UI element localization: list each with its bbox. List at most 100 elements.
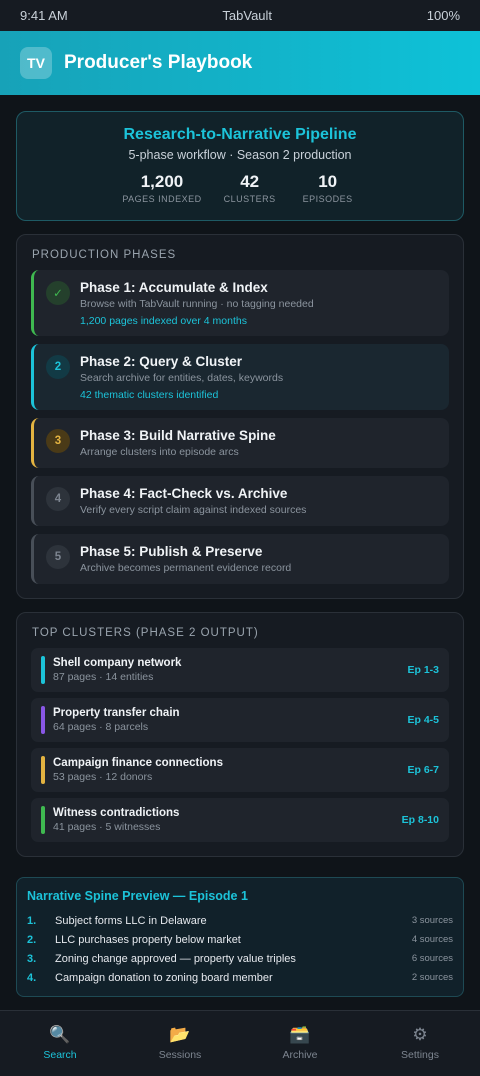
phase-text: Phase 2: Query & Cluster Search archive … (80, 354, 283, 401)
spine-text: Subject forms LLC in Delaware (55, 914, 207, 927)
phase-description: Arrange clusters into episode arcs (80, 446, 239, 458)
tab-sessions[interactable]: 📂 Sessions (120, 1011, 240, 1076)
stat-label: EPISODES (302, 194, 353, 204)
app-logo: TV (20, 47, 52, 79)
stat-pages-indexed: 1,200 PAGES INDEXED (122, 172, 201, 204)
cluster-meta: 64 pages · 8 parcels (53, 721, 149, 733)
phase-number-badge: 5 (46, 545, 70, 569)
top-clusters-panel: TOP CLUSTERS (PHASE 2 OUTPUT) Shell comp… (16, 612, 464, 857)
stats-row: 1,200 PAGES INDEXED 42 CLUSTERS 10 EPISO… (17, 172, 463, 204)
cluster-color-bar (41, 806, 45, 834)
spine-number: 2. (27, 933, 37, 946)
phase-card-5[interactable]: 5 Phase 5: Publish & Preserve Archive be… (31, 534, 449, 584)
archive-box-icon: 🗃️ (289, 1025, 311, 1044)
phase-card-3[interactable]: 3 Phase 3: Build Narrative Spine Arrange… (31, 418, 449, 468)
spine-item[interactable]: 4. Campaign donation to zoning board mem… (27, 968, 453, 987)
status-time: 9:41 AM (20, 8, 68, 23)
stat-value: 10 (318, 172, 338, 191)
phase-card-2[interactable]: 2 Phase 2: Query & Cluster Search archiv… (31, 344, 449, 410)
phase-name: Phase 3: Build Narrative Spine (80, 428, 276, 443)
spine-text: Zoning change approved — property value … (55, 952, 296, 965)
spine-item[interactable]: 1. Subject forms LLC in Delaware 3 sourc… (27, 911, 453, 930)
spine-number: 4. (27, 971, 37, 984)
status-bar: 9:41 AM TabVault 100% (0, 0, 480, 31)
tab-label: Archive (282, 1049, 318, 1061)
stat-value: 42 (240, 172, 260, 191)
spine-number: 3. (27, 952, 37, 965)
phase-number-badge: 2 (46, 355, 70, 379)
cluster-text: Campaign finance connections 53 pages · … (53, 757, 407, 783)
cluster-text: Shell company network 87 pages · 14 enti… (53, 657, 407, 683)
spine-sources: 6 sources (411, 953, 453, 964)
cluster-name: Property transfer chain (53, 707, 180, 719)
phase-description: Search archive for entities, dates, keyw… (80, 372, 284, 384)
spine-sources: 4 sources (411, 934, 453, 945)
spine-item[interactable]: 2. LLC purchases property below market 4… (27, 930, 453, 949)
cluster-episodes: Ep 1-3 (407, 664, 439, 676)
search-icon: 🔍 (49, 1025, 71, 1044)
main-content: Research-to-Narrative Pipeline 5-phase w… (0, 95, 480, 997)
phase-number-badge: 4 (46, 487, 70, 511)
spine-text: LLC purchases property below market (55, 933, 241, 946)
phase-description: Archive becomes permanent evidence recor… (80, 562, 292, 574)
narrative-spine-preview: Narrative Spine Preview — Episode 1 1. S… (16, 877, 464, 997)
cluster-color-bar (41, 756, 45, 784)
gear-icon: ⚙ (412, 1025, 428, 1044)
phase-text: Phase 5: Publish & Preserve Archive beco… (80, 544, 291, 574)
section-heading: TOP CLUSTERS (PHASE 2 OUTPUT) (32, 627, 259, 639)
phase-number-badge: 3 (46, 429, 70, 453)
cluster-row[interactable]: Property transfer chain 64 pages · 8 par… (31, 698, 449, 742)
cluster-name: Witness contradictions (53, 807, 180, 819)
tab-archive[interactable]: 🗃️ Archive (240, 1011, 360, 1076)
cluster-meta: 87 pages · 14 entities (53, 671, 154, 683)
stat-clusters: 42 CLUSTERS (220, 172, 280, 204)
phase-progress-note: 1,200 pages indexed over 4 months (80, 315, 247, 327)
stat-value: 1,200 (140, 172, 184, 191)
phase-text: Phase 4: Fact-Check vs. Archive Verify e… (80, 486, 306, 516)
cluster-episodes: Ep 6-7 (407, 764, 439, 776)
spine-item[interactable]: 3. Zoning change approved — property val… (27, 949, 453, 968)
phase-card-4[interactable]: 4 Phase 4: Fact-Check vs. Archive Verify… (31, 476, 449, 526)
spine-text: Campaign donation to zoning board member (55, 971, 273, 984)
section-heading: PRODUCTION PHASES (32, 249, 177, 261)
phase-progress-note: 42 thematic clusters identified (80, 389, 219, 401)
phase-name: Phase 4: Fact-Check vs. Archive (80, 486, 288, 501)
cluster-meta: 41 pages · 5 witnesses (53, 821, 161, 833)
folder-icon: 📂 (169, 1025, 191, 1044)
spine-sources: 3 sources (411, 915, 453, 926)
pipeline-title: Research-to-Narrative Pipeline (123, 126, 357, 143)
tab-label: Search (43, 1049, 77, 1061)
status-battery: 100% (426, 8, 460, 23)
phase-description: Browse with TabVault running · no taggin… (80, 298, 314, 310)
tab-label: Sessions (158, 1049, 202, 1061)
phase-text: Phase 3: Build Narrative Spine Arrange c… (80, 428, 276, 458)
cluster-name: Shell company network (53, 657, 182, 669)
stat-episodes: 10 EPISODES (298, 172, 358, 204)
phase-description: Verify every script claim against indexe… (80, 504, 307, 516)
spine-number: 1. (27, 914, 37, 927)
cluster-meta: 53 pages · 12 donors (53, 771, 153, 783)
checkmark-icon: ✓ (46, 281, 70, 305)
pipeline-summary-card: Research-to-Narrative Pipeline 5-phase w… (16, 111, 464, 221)
stat-label: PAGES INDEXED (122, 194, 202, 204)
cluster-row[interactable]: Witness contradictions 41 pages · 5 witn… (31, 798, 449, 842)
cluster-episodes: Ep 4-5 (407, 714, 439, 726)
cluster-row[interactable]: Shell company network 87 pages · 14 enti… (31, 648, 449, 692)
production-phases-panel: PRODUCTION PHASES ✓ Phase 1: Accumulate … (16, 234, 464, 599)
spine-title: Narrative Spine Preview — Episode 1 (27, 889, 248, 903)
app-header: TV Producer's Playbook (0, 31, 480, 95)
phase-name: Phase 5: Publish & Preserve (80, 544, 263, 559)
tab-label: Settings (401, 1049, 439, 1061)
cluster-row[interactable]: Campaign finance connections 53 pages · … (31, 748, 449, 792)
phase-text: Phase 1: Accumulate & Index Browse with … (80, 280, 314, 327)
cluster-episodes: Ep 8-10 (401, 814, 439, 826)
tab-settings[interactable]: ⚙ Settings (360, 1011, 480, 1076)
pipeline-subtitle: 5-phase workflow · Season 2 production (128, 148, 352, 162)
tab-search[interactable]: 🔍 Search (0, 1011, 120, 1076)
phase-name: Phase 1: Accumulate & Index (80, 280, 268, 295)
page-title: Producer's Playbook (64, 52, 253, 73)
cluster-text: Property transfer chain 64 pages · 8 par… (53, 707, 407, 733)
cluster-color-bar (41, 706, 45, 734)
cluster-text: Witness contradictions 41 pages · 5 witn… (53, 807, 402, 833)
phase-card-1[interactable]: ✓ Phase 1: Accumulate & Index Browse wit… (31, 270, 449, 336)
